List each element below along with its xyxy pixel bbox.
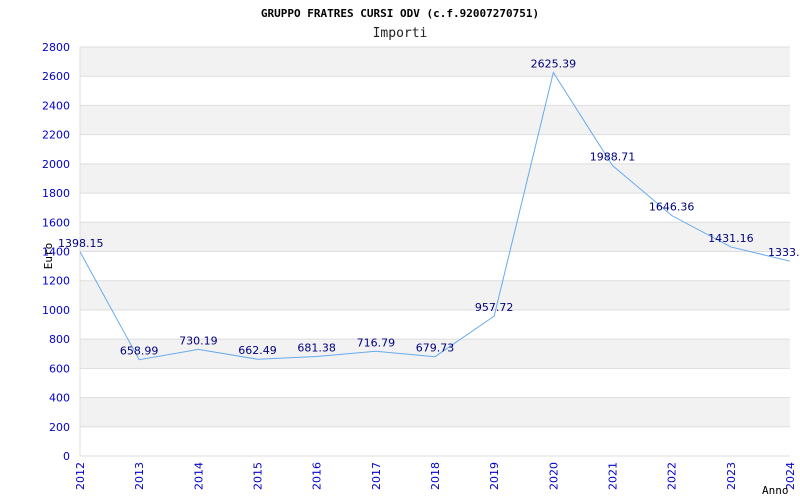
y-tick-label: 2400 [42,99,70,112]
y-tick-label: 2600 [42,70,70,83]
y-tick-label: 1000 [42,304,70,317]
y-tick-label: 1200 [42,275,70,288]
x-tick-label: 2017 [370,462,383,490]
data-label: 658.99 [120,345,159,358]
y-tick-label: 2800 [42,41,70,54]
data-label: 1431.16 [708,232,754,245]
plot-band [80,163,790,194]
data-label: 730.19 [179,334,218,347]
y-axis-label: Euro [42,243,55,270]
plot-band [80,222,790,252]
plot-band [80,280,790,310]
data-labels: 1398.15 658.99 730.19 662.49 681.38 716.79 679… [58,58,800,358]
chart-title: GRUPPO FRATRES CURSI ODV (c.f.9200727075… [261,7,539,20]
x-tick-label: 2023 [725,462,738,490]
y-tick-label: 1800 [42,187,70,200]
x-tick-label: 2022 [666,462,679,490]
y-tick-label: 2200 [42,129,70,142]
x-tick-label: 2013 [133,462,146,490]
x-tick-label: 2021 [607,462,620,490]
data-label: 1333.7 [768,246,800,259]
y-tick-label: 0 [63,450,70,463]
plot-band [80,47,790,77]
data-label: 679.73 [416,342,455,355]
x-tick-label: 2019 [488,462,501,490]
data-label: 2625.39 [531,58,577,71]
x-tick-label: 2014 [192,462,205,490]
y-tick-label: 800 [49,333,70,346]
y-tick-label: 2000 [42,158,70,171]
y-tick-label: 600 [49,362,70,375]
data-label: 957.72 [475,301,514,314]
chart-subtitle: Importi [373,26,428,41]
plot-band [80,397,790,427]
x-tick-label: 2016 [311,462,324,490]
x-tick-labels: 2012 2013 2014 2015 2016 2017 2018 2019 2020 2021… [74,462,797,490]
x-tick-label: 2012 [74,462,87,490]
y-tick-label: 200 [49,421,70,434]
data-label: 662.49 [238,344,277,357]
data-label: 681.38 [297,341,336,354]
data-label: 1398.15 [58,237,104,250]
line-chart: GRUPPO FRATRES CURSI ODV (c.f.9200727075… [42,7,800,497]
x-tick-label: 2015 [252,462,265,490]
data-label: 716.79 [357,336,396,349]
y-tick-label: 1600 [42,216,70,229]
x-tick-label: 2018 [429,462,442,490]
y-tick-label: 400 [49,392,70,405]
plot-bands [80,47,790,427]
plot-band [80,105,790,135]
x-tick-label: 2020 [547,462,560,490]
x-axis-label: Anno [762,484,789,497]
data-label: 1646.36 [649,201,695,214]
data-label: 1988.71 [590,151,636,164]
